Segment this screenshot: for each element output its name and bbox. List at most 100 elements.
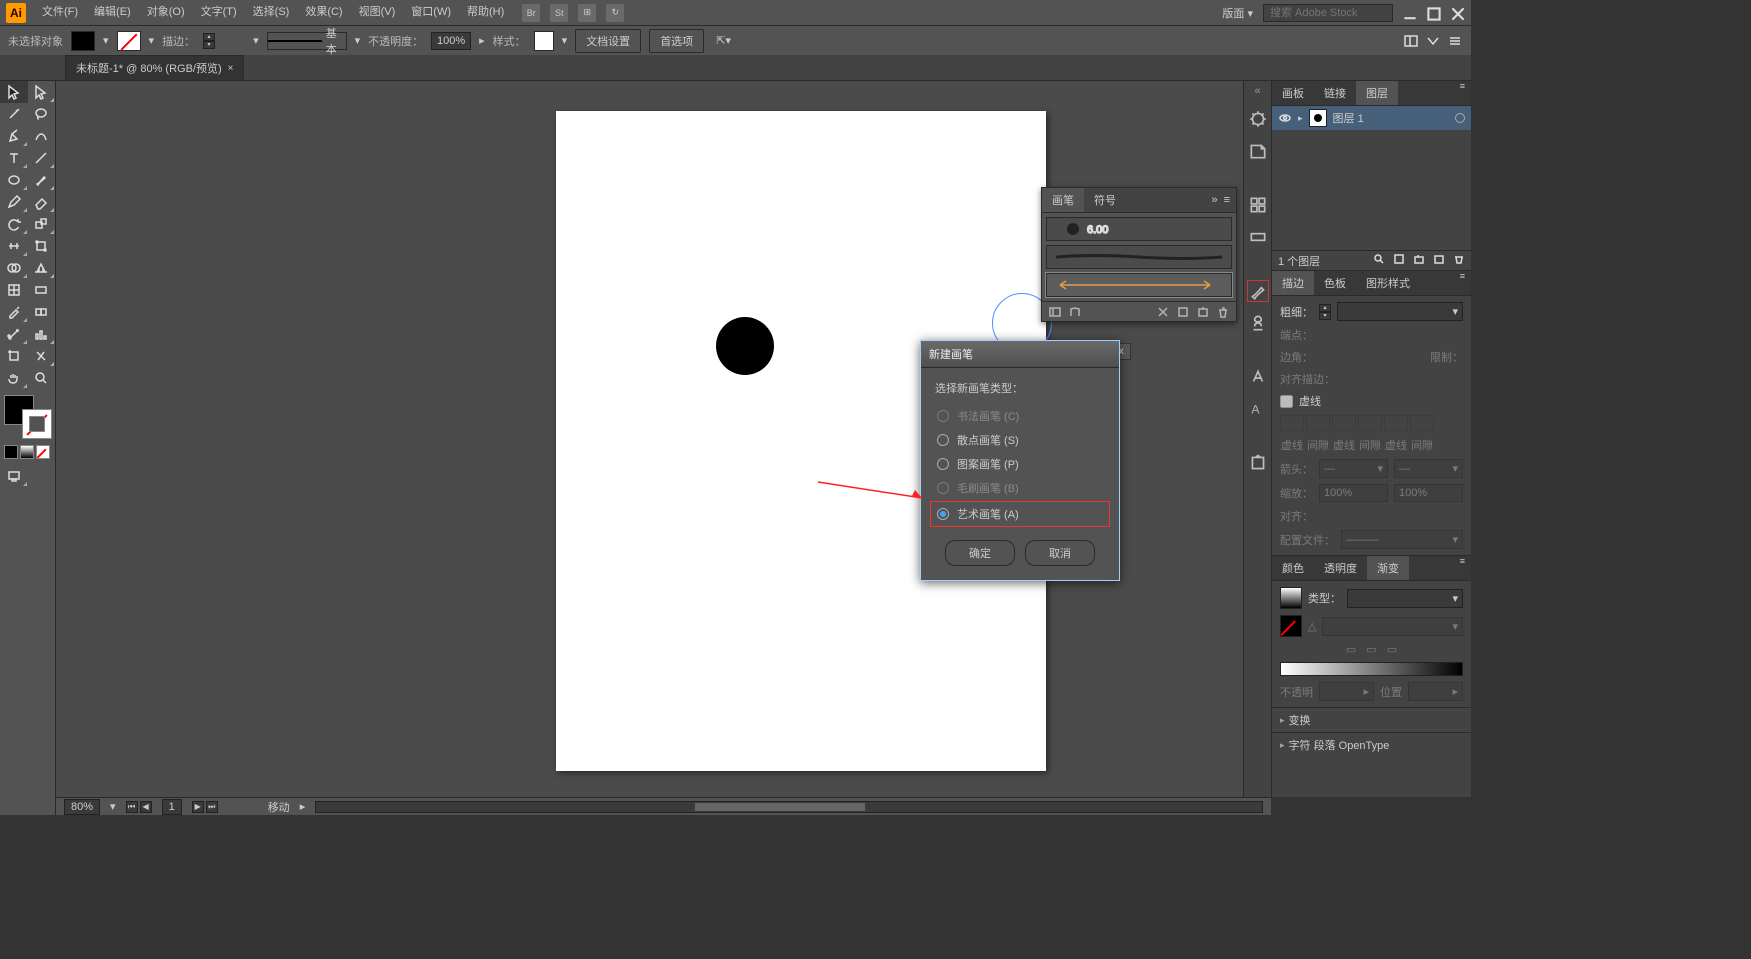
stop-opacity-field[interactable]: ▸ bbox=[1319, 682, 1374, 701]
stroke-dropdown-icon[interactable]: ▾ bbox=[149, 34, 155, 47]
opacity-value[interactable]: 100% bbox=[431, 32, 471, 50]
layers-panel-menu-icon[interactable]: ≡ bbox=[1454, 81, 1471, 105]
sync-icon[interactable]: ↻ bbox=[606, 4, 624, 22]
gradient-stroke-mode-1-icon[interactable]: ▭ bbox=[1346, 643, 1356, 656]
gradient-stroke-swatch[interactable] bbox=[1280, 615, 1302, 637]
new-layer-icon[interactable] bbox=[1433, 253, 1445, 268]
gradient-tool[interactable] bbox=[28, 279, 56, 301]
gap-field[interactable] bbox=[1410, 415, 1434, 431]
brush-item[interactable]: 6.00 bbox=[1046, 217, 1232, 241]
tab-color[interactable]: 颜色 bbox=[1272, 556, 1314, 580]
document-setup-button[interactable]: 文档设置 bbox=[575, 29, 641, 53]
stop-location-field[interactable]: ▸ bbox=[1408, 682, 1463, 701]
stroke-color-swatch[interactable] bbox=[22, 409, 52, 439]
gradient-angle-field[interactable]: ▾ bbox=[1322, 617, 1463, 636]
gradient-stroke-mode-2-icon[interactable]: ▭ bbox=[1366, 643, 1376, 656]
horizontal-scrollbar[interactable] bbox=[315, 801, 1263, 813]
tab-transparency[interactable]: 透明度 bbox=[1314, 556, 1367, 580]
layers-strip-icon[interactable] bbox=[1248, 141, 1268, 161]
paragraph-strip-icon[interactable]: A bbox=[1248, 399, 1268, 419]
perspective-grid-tool[interactable] bbox=[28, 257, 56, 279]
gradient-panel-menu-icon[interactable]: ≡ bbox=[1454, 556, 1471, 580]
width-tool[interactable] bbox=[0, 235, 28, 257]
line-segment-tool[interactable] bbox=[28, 147, 56, 169]
delete-layer-icon[interactable] bbox=[1453, 253, 1465, 268]
strip-collapse-icon[interactable]: « bbox=[1244, 85, 1271, 97]
dash-field[interactable] bbox=[1384, 415, 1408, 431]
dialog-title[interactable]: 新建画笔 bbox=[921, 341, 1119, 368]
expand-panel-icon[interactable] bbox=[1425, 33, 1441, 49]
pen-tool[interactable] bbox=[0, 125, 28, 147]
shape-builder-tool[interactable] bbox=[0, 257, 28, 279]
make-clip-icon[interactable] bbox=[1393, 253, 1405, 268]
menu-object[interactable]: 对象(O) bbox=[139, 0, 193, 25]
tab-gradient[interactable]: 渐变 bbox=[1367, 556, 1409, 580]
type-panels-collapsed[interactable]: 字符 段落 OpenType bbox=[1272, 732, 1471, 757]
tab-stroke[interactable]: 描边 bbox=[1272, 271, 1314, 295]
symbol-sprayer-tool[interactable] bbox=[0, 323, 28, 345]
direct-selection-tool[interactable] bbox=[28, 81, 56, 103]
color-mode-icon[interactable] bbox=[4, 445, 18, 459]
stroke-weight-stepper[interactable]: ▴▾ bbox=[203, 33, 215, 49]
panel-toggle-icon[interactable] bbox=[1403, 33, 1419, 49]
swatches-strip-icon[interactable] bbox=[1248, 195, 1268, 215]
gradient-slider[interactable] bbox=[1280, 662, 1463, 676]
cancel-button[interactable]: 取消 bbox=[1025, 540, 1095, 566]
panel-menu-icon[interactable]: ≡ bbox=[1224, 194, 1230, 206]
dash-field[interactable] bbox=[1280, 415, 1304, 431]
menu-window[interactable]: 窗口(W) bbox=[403, 0, 459, 25]
tab-artboards[interactable]: 画板 bbox=[1272, 81, 1314, 105]
stock-icon[interactable]: St bbox=[550, 4, 568, 22]
visibility-icon[interactable] bbox=[1278, 111, 1292, 125]
brush-item-selected[interactable] bbox=[1046, 273, 1232, 297]
pencil-tool[interactable] bbox=[0, 191, 28, 213]
ellipse-tool[interactable] bbox=[0, 169, 28, 191]
brush-library-icon[interactable] bbox=[1048, 305, 1062, 319]
graphic-style-swatch[interactable] bbox=[534, 31, 554, 51]
type-tool[interactable] bbox=[0, 147, 28, 169]
fill-dropdown-icon[interactable]: ▾ bbox=[103, 34, 109, 47]
tab-brushes[interactable]: 画笔 bbox=[1042, 188, 1084, 212]
fill-stroke-control[interactable] bbox=[4, 395, 52, 439]
selection-tool[interactable] bbox=[0, 81, 28, 103]
arrow-scale-end[interactable]: 100% bbox=[1394, 484, 1463, 502]
menu-help[interactable]: 帮助(H) bbox=[459, 0, 512, 25]
arrow-end-select[interactable]: —▾ bbox=[1394, 459, 1463, 478]
color-strip-icon[interactable] bbox=[1248, 227, 1268, 247]
gradient-angle-icon[interactable]: △ bbox=[1308, 620, 1316, 633]
preferences-button[interactable]: 首选项 bbox=[649, 29, 704, 53]
zoom-field[interactable]: 80% bbox=[64, 799, 100, 815]
gradient-mode-icon[interactable] bbox=[20, 445, 34, 459]
lasso-tool[interactable] bbox=[28, 103, 56, 125]
close-tab-icon[interactable]: × bbox=[228, 63, 234, 74]
layer-name[interactable]: 图层 1 bbox=[1333, 110, 1449, 126]
arrow-scale-start[interactable]: 100% bbox=[1319, 484, 1388, 502]
document-tab[interactable]: 未标题-1* @ 80% (RGB/预览) × bbox=[65, 55, 244, 80]
brushes-panel[interactable]: 画笔 符号 » ≡ 6.00 bbox=[1041, 187, 1237, 322]
libraries-icon[interactable] bbox=[1068, 305, 1082, 319]
menu-effect[interactable]: 效果(C) bbox=[297, 0, 350, 25]
char-panel-strip-icon[interactable] bbox=[1248, 367, 1268, 387]
ok-button[interactable]: 确定 bbox=[945, 540, 1015, 566]
mesh-tool[interactable] bbox=[0, 279, 28, 301]
hand-tool[interactable] bbox=[0, 367, 28, 389]
arrow-start-select[interactable]: —▾ bbox=[1319, 459, 1388, 478]
graphic-style-dropdown-icon[interactable]: ▾ bbox=[562, 34, 568, 47]
menu-edit[interactable]: 编辑(E) bbox=[86, 0, 139, 25]
weight-field[interactable]: ▾ bbox=[1337, 302, 1463, 321]
blend-tool[interactable] bbox=[28, 301, 56, 323]
layer-row[interactable]: ▸ 图层 1 bbox=[1272, 106, 1471, 130]
fill-swatch[interactable] bbox=[71, 31, 95, 51]
free-transform-tool[interactable] bbox=[28, 235, 56, 257]
radio-pattern[interactable]: 图案画笔 (P) bbox=[935, 452, 1105, 476]
menu-view[interactable]: 视图(V) bbox=[351, 0, 404, 25]
zoom-dropdown-icon[interactable]: ▾ bbox=[110, 800, 116, 813]
gradient-type-select[interactable]: ▾ bbox=[1347, 589, 1463, 608]
workspace-switcher[interactable]: 版面 ▾ bbox=[1222, 5, 1253, 21]
stroke-swatch[interactable] bbox=[117, 31, 141, 51]
eraser-tool[interactable] bbox=[28, 191, 56, 213]
brushes-strip-icon[interactable] bbox=[1248, 281, 1268, 301]
artboard-tool[interactable] bbox=[0, 345, 28, 367]
tab-links[interactable]: 链接 bbox=[1314, 81, 1356, 105]
panel-collapse-icon[interactable]: » bbox=[1211, 194, 1217, 206]
